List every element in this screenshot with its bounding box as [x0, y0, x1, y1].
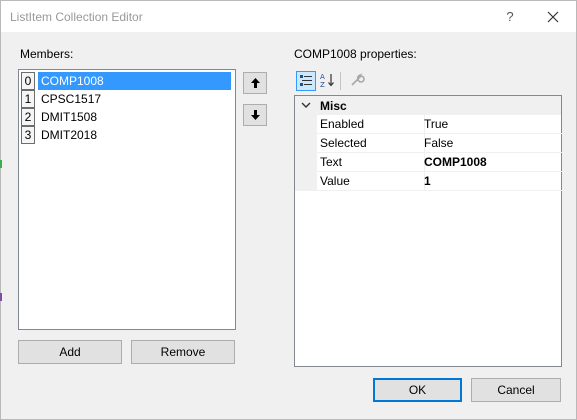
property-row[interactable]: Text COMP1008: [295, 153, 563, 172]
wrench-icon: [351, 73, 365, 86]
categorized-icon: [300, 75, 312, 86]
remove-button[interactable]: Remove: [131, 340, 235, 364]
alphabetical-button[interactable]: A Z: [318, 71, 338, 91]
collection-editor-dialog: ListItem Collection Editor ? Members: 0 …: [0, 0, 577, 420]
move-up-button[interactable]: [243, 72, 267, 94]
background-edge-mark: [0, 160, 2, 168]
item-label: COMP1008: [38, 72, 231, 90]
title-bar: ListItem Collection Editor ?: [1, 1, 576, 32]
list-item[interactable]: 0 COMP1008: [21, 72, 233, 90]
property-name: Selected: [317, 134, 425, 153]
property-value[interactable]: True: [422, 115, 563, 134]
item-label: CPSC1517: [41, 92, 102, 106]
property-value[interactable]: 1: [422, 172, 563, 191]
category-name: Misc: [320, 99, 347, 113]
property-name: Enabled: [317, 115, 425, 134]
list-item[interactable]: 3 DMIT2018: [21, 126, 233, 144]
close-icon: [547, 11, 559, 23]
arrow-down-icon: [251, 110, 260, 120]
svg-text:A: A: [320, 73, 325, 81]
toolbar-separator: [340, 72, 341, 90]
chevron-down-icon[interactable]: [301, 101, 311, 109]
property-value[interactable]: False: [422, 134, 563, 153]
item-index: 2: [21, 108, 35, 126]
members-listbox[interactable]: 0 COMP1008 1 CPSC1517 2 DMIT1508 3 DMIT2…: [18, 69, 236, 330]
list-item[interactable]: 1 CPSC1517: [21, 90, 233, 108]
window-title: ListItem Collection Editor: [10, 10, 143, 24]
categorized-button[interactable]: [296, 71, 316, 91]
arrow-up-icon: [251, 78, 260, 88]
cancel-button[interactable]: Cancel: [471, 378, 561, 402]
item-index: 1: [21, 90, 35, 108]
svg-text:Z: Z: [320, 81, 325, 89]
category-row[interactable]: Misc: [295, 96, 561, 115]
members-label: Members:: [20, 47, 74, 61]
close-button[interactable]: [539, 7, 567, 27]
property-row[interactable]: Value 1: [295, 172, 563, 191]
item-index: 0: [21, 72, 35, 90]
help-button[interactable]: ?: [496, 7, 524, 27]
alphabetical-icon: A Z: [320, 73, 334, 89]
property-name: Text: [317, 153, 425, 172]
ok-button[interactable]: OK: [373, 378, 462, 402]
background-edge-mark: [0, 293, 2, 301]
properties-toolbar: A Z: [294, 69, 562, 93]
item-label: DMIT1508: [41, 110, 98, 124]
property-row[interactable]: Enabled True: [295, 115, 563, 134]
property-name: Value: [317, 172, 425, 191]
property-pages-button[interactable]: [348, 71, 368, 91]
list-item[interactable]: 2 DMIT1508: [21, 108, 233, 126]
item-label: DMIT2018: [41, 128, 98, 142]
property-row[interactable]: Selected False: [295, 134, 563, 153]
add-button[interactable]: Add: [18, 340, 122, 364]
move-down-button[interactable]: [243, 104, 267, 126]
property-value[interactable]: COMP1008: [422, 153, 563, 172]
item-index: 3: [21, 126, 35, 144]
properties-label: COMP1008 properties:: [294, 47, 417, 61]
property-grid[interactable]: Misc Enabled True Selected False Text CO…: [294, 95, 563, 367]
